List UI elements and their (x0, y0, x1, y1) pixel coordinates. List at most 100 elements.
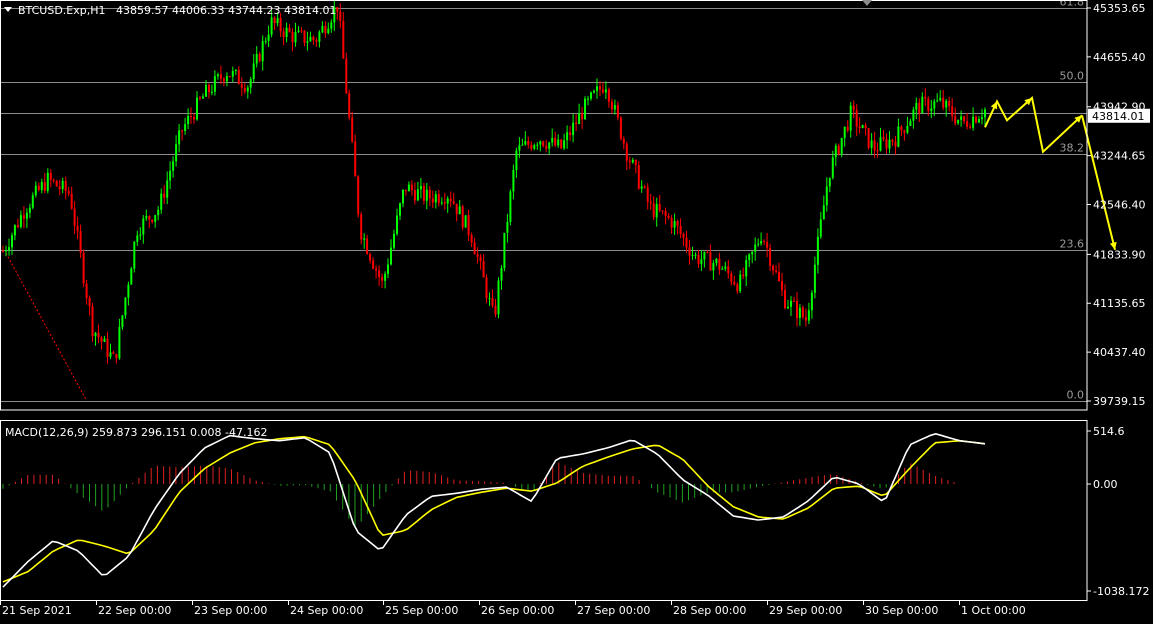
candle-body (685, 237, 688, 248)
candle-body (933, 101, 936, 109)
candle-body (694, 254, 697, 256)
candle-body (658, 204, 661, 211)
candle-body (422, 185, 425, 201)
candle-body (479, 256, 482, 261)
candle-body (978, 119, 980, 123)
candle-body (360, 214, 363, 240)
candle-body (11, 235, 13, 248)
candle-body (631, 159, 634, 163)
candle-body (825, 186, 828, 206)
candle-body (309, 36, 312, 42)
candle-body (100, 337, 103, 342)
candle-body (837, 145, 840, 154)
candle-body (903, 130, 906, 133)
candle-body (861, 125, 864, 128)
price-tick-label: 43244.65 (1093, 150, 1146, 163)
candle-body (321, 26, 324, 33)
candle-body (691, 254, 694, 256)
candle-body (778, 271, 780, 281)
candle-body (372, 260, 375, 269)
candle-body (488, 298, 491, 300)
candle-body (222, 78, 225, 82)
time-tick-label: 28 Sep 00:00 (673, 604, 746, 617)
candle-body (616, 105, 619, 118)
candle-body (533, 145, 536, 149)
candle-body (649, 201, 652, 204)
candle-body (202, 96, 204, 99)
candle-body (622, 138, 625, 144)
candle-body (643, 186, 646, 188)
candle-body (2, 251, 4, 253)
candle-body (891, 139, 894, 142)
candle-body (396, 215, 398, 234)
candle-body (282, 31, 285, 38)
candle-body (273, 17, 276, 24)
candle-body (163, 193, 166, 198)
candle-body (843, 126, 846, 139)
candle-body (196, 97, 198, 120)
candle-body (625, 143, 628, 161)
candle-body (393, 233, 395, 248)
candle-body (172, 161, 175, 171)
candle-body (718, 258, 721, 270)
candle-body (467, 215, 470, 235)
candle-body (40, 182, 43, 190)
candle-body (727, 266, 730, 274)
candle-body (551, 137, 554, 143)
candle-body (790, 300, 792, 307)
price-chart[interactable]: 61.850.038.223.60.0 45353.6544655.404394… (0, 0, 1153, 620)
candle-body (339, 11, 342, 21)
candle-body (425, 189, 428, 201)
candle-body (894, 141, 897, 147)
candle-body (169, 170, 172, 181)
candle-body (8, 247, 10, 250)
candle-body (258, 54, 261, 62)
candle-body (190, 116, 192, 117)
candle-body (804, 317, 807, 321)
candle-body (867, 128, 870, 148)
candle-body (136, 235, 139, 242)
candle-body (416, 189, 419, 201)
candle-body (482, 261, 485, 278)
candle-body (769, 247, 772, 266)
candle-body (34, 185, 37, 196)
candle-body (948, 100, 951, 107)
candle-body (145, 216, 148, 219)
fib-level-label: 0.0 (1067, 389, 1085, 402)
candle-body (876, 150, 879, 152)
candle-body (697, 254, 700, 264)
candle-body (237, 70, 240, 85)
candle-body (267, 34, 270, 41)
candle-body (28, 207, 31, 213)
candle-body (897, 126, 900, 147)
candle-body (966, 121, 969, 127)
candle-body (390, 247, 392, 265)
candle-body (375, 268, 378, 271)
candle-body (554, 137, 557, 146)
candle-body (187, 116, 190, 125)
candle-body (584, 98, 586, 120)
candle-body (563, 140, 566, 149)
candle-body (963, 116, 966, 122)
candle-body (512, 170, 515, 192)
candle-body (139, 234, 142, 236)
candle-body (610, 101, 613, 110)
candle-body (545, 145, 548, 149)
candle-body (572, 122, 575, 136)
candle-body (112, 352, 115, 354)
candle-body (19, 215, 22, 227)
candle-body (569, 132, 572, 135)
candle-body (306, 41, 309, 43)
candle-body (342, 20, 345, 59)
candle-body (205, 85, 207, 97)
candle-body (210, 91, 213, 93)
candle-body (813, 264, 816, 293)
candle-body (476, 254, 479, 257)
candle-body (676, 221, 679, 227)
candle-body (733, 281, 736, 285)
candle-body (407, 184, 410, 192)
candle-body (724, 266, 727, 269)
candle-body (688, 247, 691, 256)
candle-body (503, 232, 506, 269)
chart-window[interactable]: 61.8 50.0 38.2 23.6 0.0 45353.65 44655.40 4394… (0, 0, 1153, 620)
